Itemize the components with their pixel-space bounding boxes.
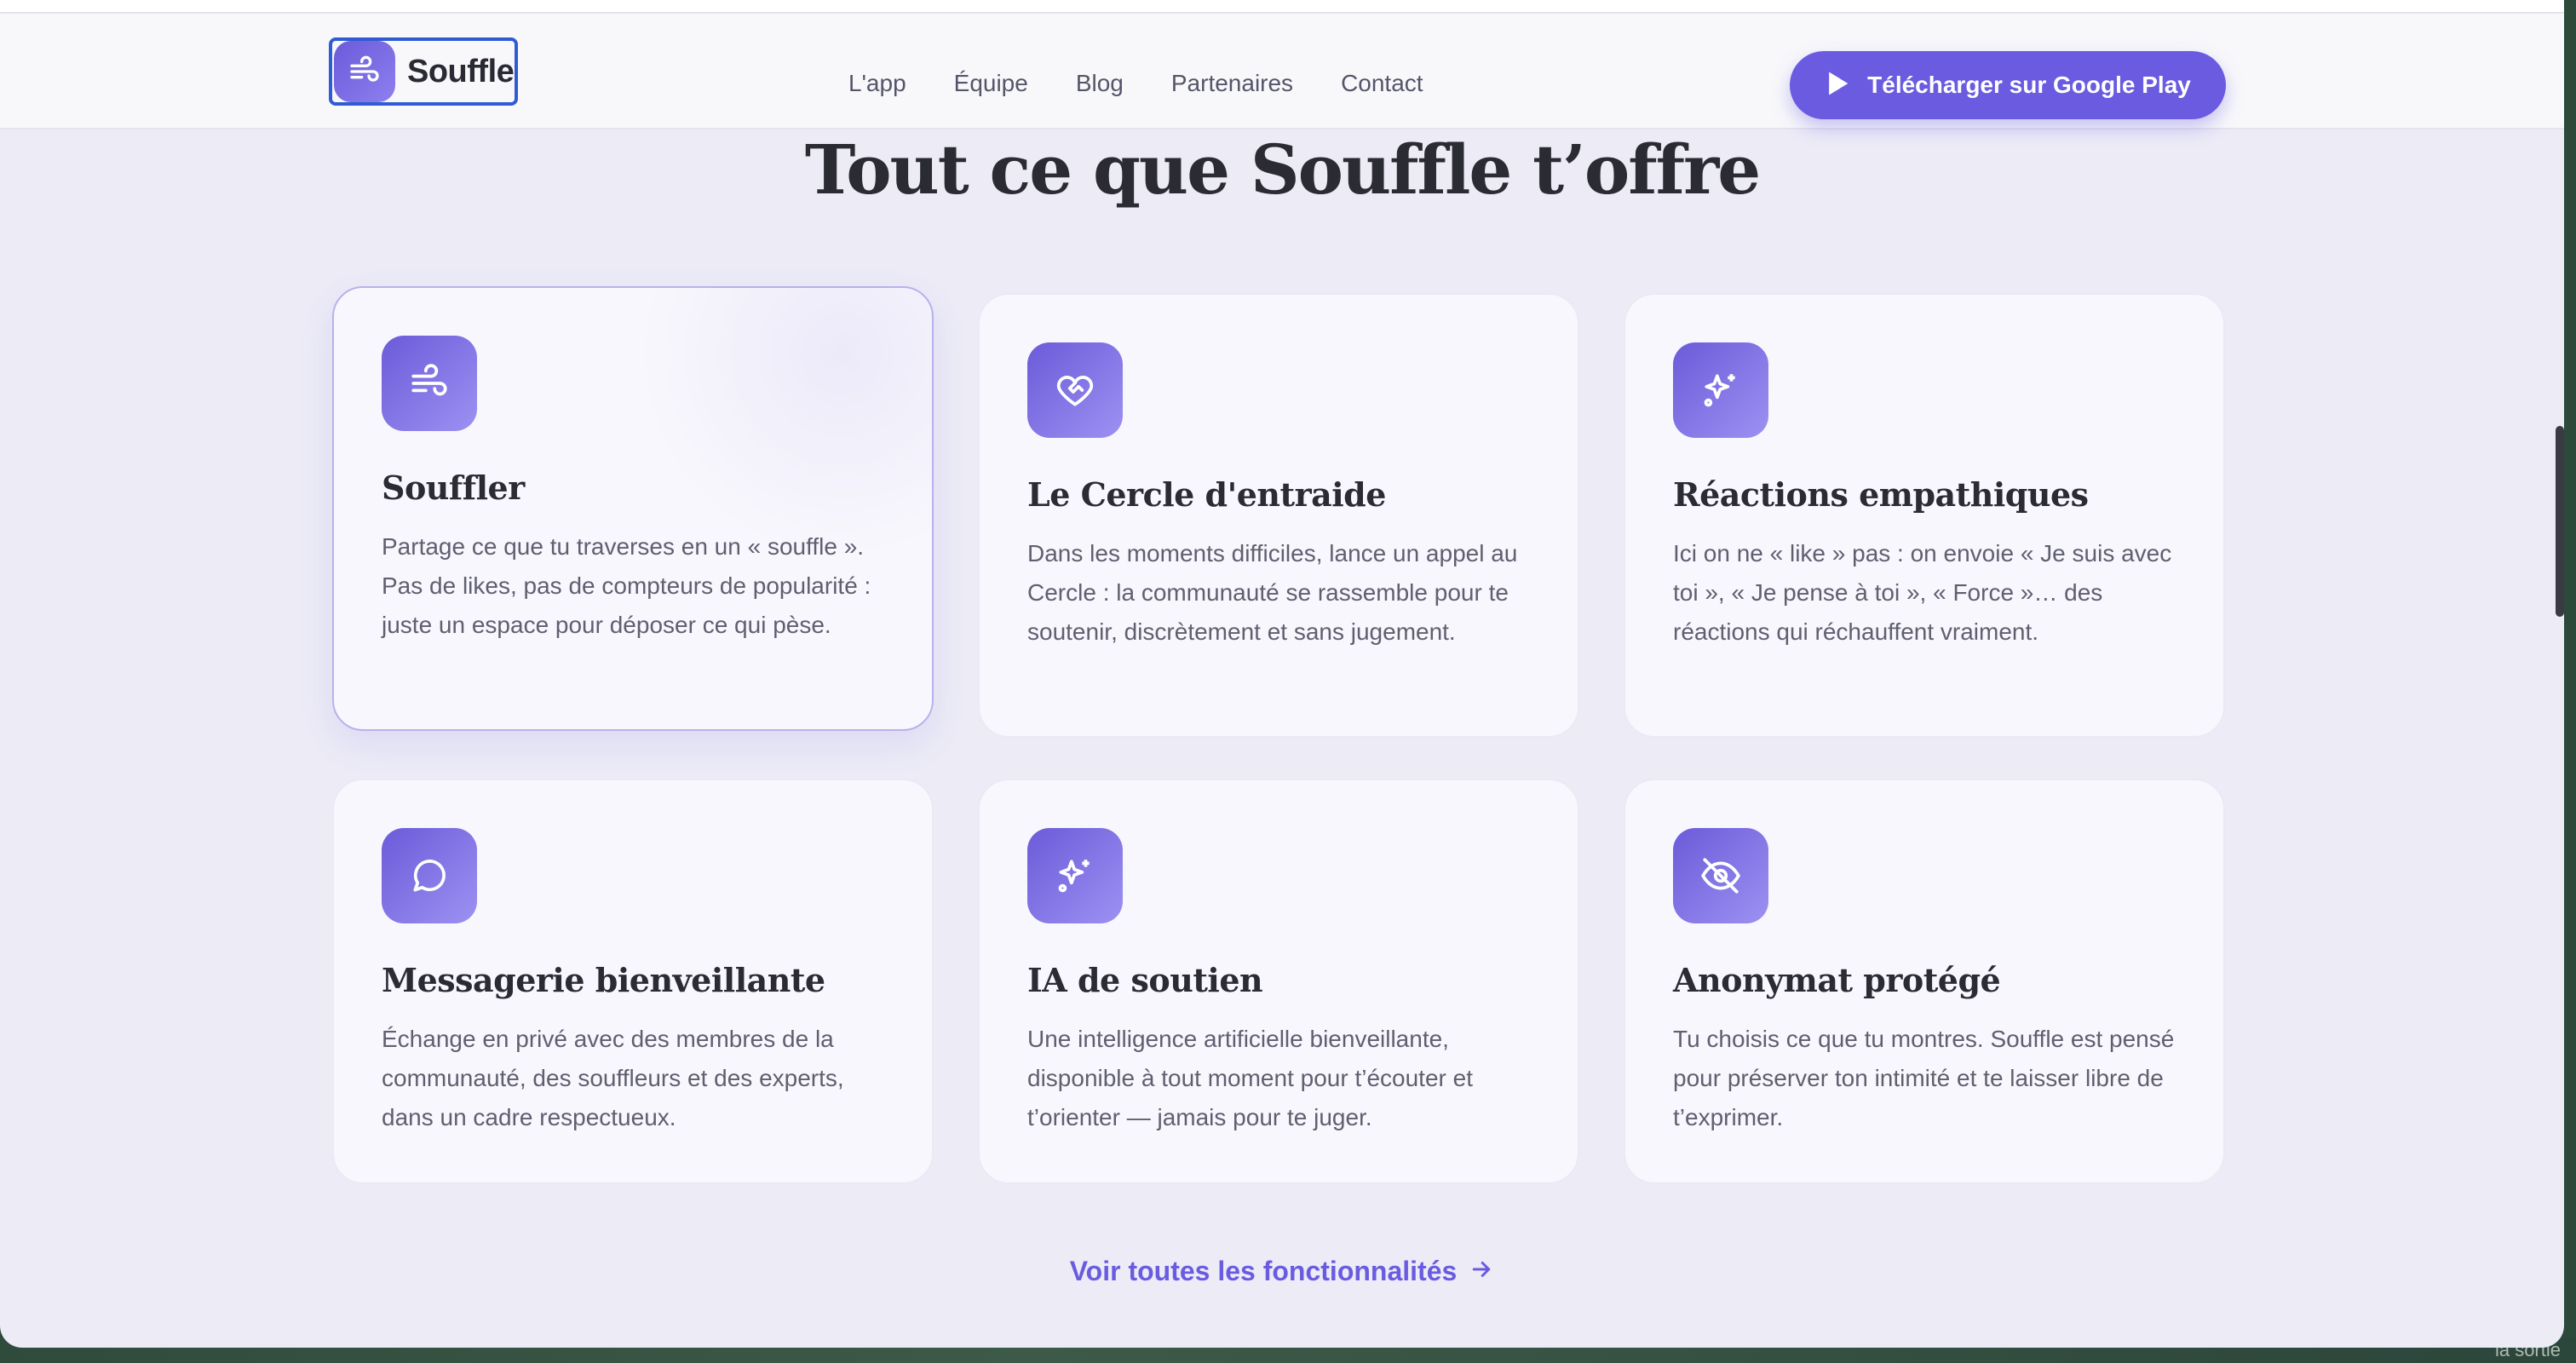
site-header: Souffle L'app Équipe Blog Partenaires Co…: [0, 14, 2564, 129]
nav-link-team[interactable]: Équipe: [954, 70, 1028, 97]
feature-title: Anonymat protégé: [1673, 961, 2001, 999]
section-heading: Tout ce que Souffle t’offre: [804, 129, 1761, 210]
feature-title: Réactions empathiques: [1673, 475, 2089, 514]
sparkles-icon: [1673, 342, 1768, 438]
nav-link-app[interactable]: L'app: [848, 70, 906, 97]
feature-title: Souffler: [382, 469, 525, 507]
google-play-download-button[interactable]: Télécharger sur Google Play: [1790, 51, 2226, 119]
see-all-features-label: Voir toutes les fonctionnalités: [1069, 1256, 1458, 1286]
feature-card-cercle[interactable]: Le Cercle d'entraide Dans les moments di…: [978, 293, 1579, 738]
feature-card-souffler[interactable]: Souffler Partage ce que tu traverses en …: [332, 286, 934, 731]
play-icon: [1825, 70, 1850, 101]
feature-description: Ici on ne « like » pas : on envoie « Je …: [1673, 540, 2172, 645]
feature-description: Échange en privé avec des membres de la …: [382, 1026, 844, 1130]
feature-description: Une intelligence artificielle bienveilla…: [1027, 1026, 1473, 1130]
cta-label: Télécharger sur Google Play: [1867, 72, 2191, 98]
feature-title: Messagerie bienveillante: [382, 961, 825, 999]
brand-name: Souffle: [407, 53, 515, 89]
wind-icon: [382, 336, 477, 431]
browser-window: Souffle L'app Équipe Blog Partenaires Co…: [0, 0, 2564, 1348]
eye-off-icon: [1673, 828, 1768, 923]
wind-icon: [334, 41, 395, 102]
feature-card-ia[interactable]: IA de soutien Une intelligence artificie…: [978, 779, 1579, 1184]
feature-card-messagerie[interactable]: Messagerie bienveillante Échange en priv…: [332, 779, 934, 1184]
nav-link-contact[interactable]: Contact: [1341, 70, 1423, 97]
feature-card-reactions[interactable]: Réactions empathiques Ici on ne « like »…: [1624, 293, 2225, 738]
arrow-right-icon: [1469, 1257, 1494, 1286]
feature-card-anonymat[interactable]: Anonymat protégé Tu choisis ce que tu mo…: [1624, 779, 2225, 1184]
message-circle-icon: [382, 828, 477, 923]
feature-description: Dans les moments difficiles, lance un ap…: [1027, 540, 1518, 645]
nav-link-blog[interactable]: Blog: [1076, 70, 1124, 97]
nav-link-partners[interactable]: Partenaires: [1171, 70, 1293, 97]
feature-title: Le Cercle d'entraide: [1027, 475, 1386, 514]
see-all-features-link[interactable]: Voir toutes les fonctionnalités: [0, 1256, 2564, 1287]
home-logo-link[interactable]: Souffle: [329, 37, 518, 106]
feature-title: IA de soutien: [1027, 961, 1263, 999]
page-scrollbar-thumb[interactable]: [2556, 426, 2564, 617]
feature-description: Partage ce que tu traverses en un « souf…: [382, 533, 871, 638]
main-nav: L'app Équipe Blog Partenaires Contact: [848, 70, 1423, 97]
sparkles-icon: [1027, 828, 1123, 923]
window-top-edge: [0, 0, 2564, 14]
heart-handshake-icon: [1027, 342, 1123, 438]
feature-description: Tu choisis ce que tu montres. Souffle es…: [1673, 1026, 2175, 1130]
